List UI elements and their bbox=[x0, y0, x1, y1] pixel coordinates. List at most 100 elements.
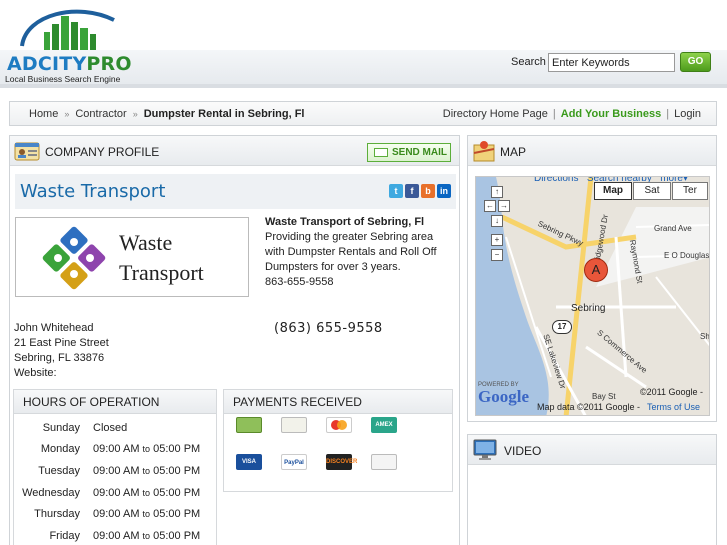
breadcrumb-bar: Home » Contractor » Dumpster Rental in Sebri… bbox=[9, 101, 717, 126]
contact-city: Sebring, FL 33876 bbox=[14, 352, 105, 364]
generic-card-icon bbox=[371, 454, 397, 470]
map-roads bbox=[476, 177, 709, 415]
send-mail-button[interactable]: SEND MAIL bbox=[367, 143, 451, 162]
map-panel: MAP Directions Search nearby more▾ Map S… bbox=[467, 135, 717, 422]
business-name-bar: Waste Transport t f b in bbox=[15, 174, 456, 209]
add-business-link[interactable]: Add Your Business bbox=[561, 108, 661, 120]
hours-close: 05:00 PM bbox=[153, 465, 201, 477]
breadcrumb: Home » Contractor » Dumpster Rental in Sebri… bbox=[29, 108, 304, 120]
map-type-map[interactable]: Map bbox=[594, 182, 632, 200]
visa-icon: VISA bbox=[236, 454, 262, 470]
video-header: VIDEO bbox=[468, 435, 716, 465]
profile-card-icon bbox=[14, 142, 40, 161]
company-profile-title: COMPANY PROFILE bbox=[45, 145, 160, 159]
hours-to: to bbox=[142, 466, 151, 476]
discover-icon: DISCOVER bbox=[326, 454, 357, 470]
hours-title: HOURS OF OPERATION bbox=[14, 390, 216, 414]
phone-number: (863) 655-9558 bbox=[274, 321, 383, 336]
description-title: Waste Transport of Sebring, Fl bbox=[265, 216, 425, 228]
hours-open: 09:00 AM bbox=[93, 465, 140, 477]
pan-left-icon[interactable]: ← bbox=[484, 200, 496, 212]
hours-day: Thursday bbox=[34, 508, 80, 520]
envelope-icon bbox=[374, 148, 388, 157]
hours-to: to bbox=[142, 509, 151, 519]
google-logo[interactable]: Google bbox=[478, 387, 529, 407]
map-icon bbox=[473, 141, 495, 162]
logo-wordmark: ADCITYPRO bbox=[7, 53, 132, 75]
hours-time: 09:00 AM to 05:00 PM bbox=[93, 530, 200, 542]
hours-close: 05:00 PM bbox=[153, 530, 201, 542]
map-label-bay: Bay St bbox=[592, 392, 616, 401]
terms-of-use-link[interactable]: Terms of Use bbox=[647, 402, 700, 412]
hours-time: 09:00 AM to 05:00 PM bbox=[93, 508, 200, 520]
facebook-icon[interactable]: f bbox=[405, 184, 419, 198]
login-link[interactable]: Login bbox=[674, 108, 701, 120]
description-phone: 863-655-9558 bbox=[265, 276, 334, 288]
contact-name: John Whitehead bbox=[14, 322, 94, 334]
city-skyline-logo-icon bbox=[20, 9, 115, 50]
hours-day: Wednesday bbox=[22, 487, 80, 499]
map-data-credit: Map data ©2011 Google - bbox=[537, 402, 641, 412]
breadcrumb-contractor[interactable]: Contractor bbox=[75, 108, 126, 120]
map-directions-link[interactable]: Directions bbox=[534, 177, 578, 184]
map-copyright: ©2011 Google - bbox=[640, 387, 704, 397]
pan-down-icon[interactable]: ↓ bbox=[491, 215, 503, 227]
business-description: Waste Transport of Sebring, Fl Providing… bbox=[265, 215, 450, 290]
map-label-douglas: E O Douglas bbox=[664, 251, 710, 260]
search-label: Search bbox=[511, 56, 546, 68]
hours-open: 09:00 AM bbox=[93, 487, 140, 499]
payments-received: PAYMENTS RECEIVED AMEX VISA PayPal DISCO… bbox=[223, 389, 453, 492]
hours-open: 09:00 AM bbox=[93, 443, 140, 455]
hours-open: Closed bbox=[93, 422, 128, 434]
hours-close: 05:00 PM bbox=[153, 508, 201, 520]
zoom-in-icon[interactable]: + bbox=[491, 234, 503, 246]
site-header: ADCITYPRO Local Business Search Engine S… bbox=[0, 0, 727, 88]
linkedin-icon[interactable]: in bbox=[437, 184, 451, 198]
cash-icon bbox=[236, 417, 262, 433]
logo-word-pro: PRO bbox=[86, 53, 132, 75]
hours-to: to bbox=[142, 488, 151, 498]
mastercard-circles-icon bbox=[331, 420, 347, 430]
search-go-button[interactable]: GO bbox=[680, 52, 711, 72]
search-input[interactable] bbox=[548, 53, 675, 72]
site-logo[interactable]: ADCITYPRO Local Business Search Engine bbox=[4, 4, 132, 86]
logo-word-adcity: ADCITY bbox=[7, 53, 87, 75]
zoom-out-icon[interactable]: − bbox=[491, 249, 503, 261]
header-divider bbox=[0, 84, 727, 88]
hours-day: Sunday bbox=[42, 422, 80, 434]
link-divider: | bbox=[666, 108, 670, 120]
mastercard-icon bbox=[326, 417, 352, 433]
directory-home-link[interactable]: Directory Home Page bbox=[443, 108, 548, 120]
logo-word-transport: Transport bbox=[119, 260, 204, 285]
map-header: MAP bbox=[468, 136, 716, 166]
breadcrumb-home[interactable]: Home bbox=[29, 108, 58, 120]
map-title: MAP bbox=[500, 145, 527, 159]
map-marker-label: A bbox=[591, 262, 601, 277]
map-view[interactable]: Directions Search nearby more▾ Map Sat T… bbox=[475, 176, 710, 416]
route-17-label: 17 bbox=[557, 322, 567, 331]
pan-right-icon[interactable]: → bbox=[498, 200, 510, 212]
blogger-icon[interactable]: b bbox=[421, 184, 435, 198]
breadcrumb-current: Dumpster Rental in Sebring, Fl bbox=[143, 108, 305, 120]
twitter-icon[interactable]: t bbox=[389, 184, 403, 198]
hours-to: to bbox=[142, 444, 151, 454]
company-profile-header: COMPANY PROFILE SEND MAIL bbox=[10, 136, 459, 166]
hours-time: 09:00 AM to 05:00 PM bbox=[93, 487, 200, 499]
map-marker-a[interactable]: A bbox=[584, 258, 608, 282]
breadcrumb-separator: » bbox=[64, 109, 70, 119]
hours-day: Tuesday bbox=[38, 465, 80, 477]
route-17-shield-icon: 17 bbox=[552, 320, 572, 334]
map-type-sat[interactable]: Sat bbox=[633, 182, 671, 200]
logo-word-waste: Waste bbox=[119, 230, 173, 255]
business-logo: Waste Transport bbox=[15, 217, 249, 297]
paypal-icon: PayPal bbox=[281, 454, 307, 470]
hours-open: 09:00 AM bbox=[93, 530, 140, 542]
payments-title: PAYMENTS RECEIVED bbox=[224, 390, 452, 414]
map-type-ter[interactable]: Ter bbox=[672, 182, 708, 200]
pan-up-icon[interactable]: ↑ bbox=[491, 186, 503, 198]
top-links: Directory Home Page | Add Your Business | Lo… bbox=[443, 108, 701, 120]
map-label-grand: Grand Ave bbox=[654, 224, 692, 233]
social-links: t f b in bbox=[387, 184, 451, 198]
amex-icon: AMEX bbox=[371, 417, 397, 433]
hours-close: 05:00 PM bbox=[153, 443, 201, 455]
